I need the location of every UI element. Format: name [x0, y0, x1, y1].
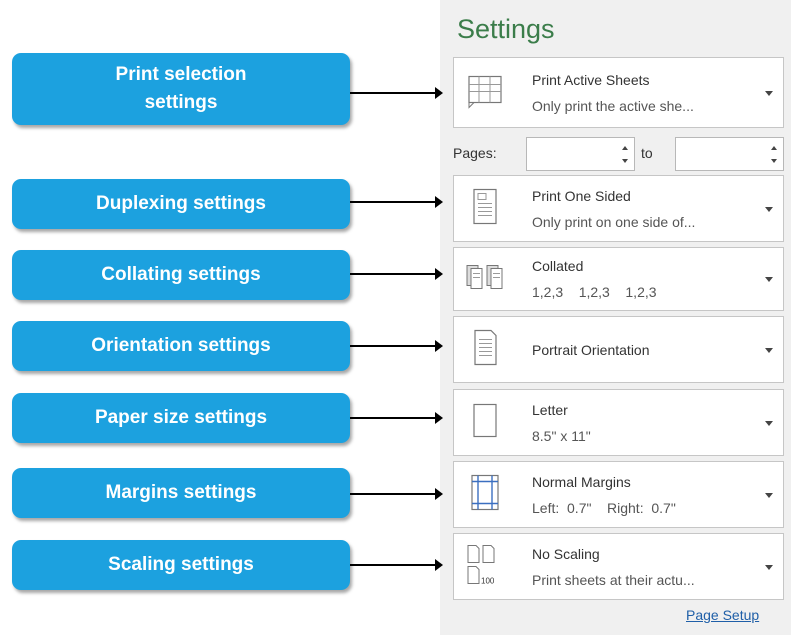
callout-label: Scaling settings: [108, 554, 254, 575]
callout-print-selection: Print selection settings: [12, 53, 350, 125]
arrow-connector: [350, 268, 443, 280]
margins-page-icon: [465, 472, 505, 517]
callout-label: Duplexing settings: [96, 193, 266, 214]
margins-subtitle: Left: 0.7" Right: 0.7": [532, 499, 676, 516]
chevron-down-icon: [765, 564, 773, 570]
orientation-dropdown[interactable]: Portrait Orientation: [453, 316, 784, 383]
chevron-down-icon: [765, 277, 773, 282]
pages-row: Pages: to: [453, 135, 784, 173]
paper-size-subtitle: 8.5" x 11": [532, 427, 591, 444]
scaling-title: No Scaling: [532, 545, 600, 562]
callout-orientation: Orientation settings: [12, 321, 350, 371]
paper-size-title: Letter: [532, 401, 568, 418]
margins-title: Normal Margins: [532, 473, 631, 490]
callout-duplexing: Duplexing settings: [12, 179, 350, 229]
margins-dropdown[interactable]: Normal Margins Left: 0.7" Right: 0.7": [453, 461, 784, 528]
spin-down-icon[interactable]: [622, 159, 628, 163]
pages-to-label: to: [641, 145, 653, 161]
collated-pages-icon: [465, 260, 509, 299]
arrow-connector: [350, 412, 443, 424]
callout-margins: Margins settings: [12, 468, 350, 518]
settings-title: Settings: [457, 14, 555, 44]
orientation-title: Portrait Orientation: [532, 341, 650, 358]
print-what-subtitle: Only print the active she...: [532, 97, 694, 114]
callout-label: Orientation settings: [91, 335, 271, 356]
arrow-connector: [350, 87, 443, 99]
arrow-connector: [350, 488, 443, 500]
arrow-connector: [350, 196, 443, 208]
sheets-grid-icon: [465, 71, 505, 114]
callout-label: Collating settings: [101, 264, 261, 285]
scaling-subtitle: Print sheets at their actu...: [532, 571, 695, 588]
duplex-subtitle: Only print on one side of...: [532, 213, 696, 230]
svg-text:100: 100: [481, 576, 495, 585]
spin-up-icon[interactable]: [771, 146, 777, 150]
print-what-dropdown[interactable]: Print Active Sheets Only print the activ…: [453, 57, 784, 128]
chevron-down-icon: [765, 492, 773, 498]
callout-collating: Collating settings: [12, 250, 350, 300]
callout-label: Print selection settings: [115, 64, 247, 113]
chevron-down-icon: [765, 347, 773, 353]
collate-subtitle: 1,2,3 1,2,3 1,2,3: [532, 284, 657, 300]
callout-paper-size: Paper size settings: [12, 393, 350, 443]
chevron-down-icon: [765, 206, 773, 212]
collate-dropdown[interactable]: Collated 1,2,3 1,2,3 1,2,3: [453, 247, 784, 311]
callout-scaling: Scaling settings: [12, 540, 350, 590]
arrow-connector: [350, 559, 443, 571]
page-setup-link[interactable]: Page Setup: [686, 607, 759, 623]
one-sided-page-icon: [465, 186, 505, 231]
callout-label: Margins settings: [105, 482, 257, 503]
chevron-down-icon: [765, 420, 773, 426]
chevron-down-icon: [765, 90, 773, 96]
pages-label: Pages:: [453, 145, 497, 161]
print-what-title: Print Active Sheets: [532, 71, 650, 88]
duplex-title: Print One Sided: [532, 187, 631, 204]
blank-page-icon: [465, 400, 505, 445]
spin-up-icon[interactable]: [622, 146, 628, 150]
callout-label: Paper size settings: [94, 407, 268, 428]
pages-from-input[interactable]: [526, 137, 635, 171]
duplex-dropdown[interactable]: Print One Sided Only print on one side o…: [453, 175, 784, 242]
paper-size-dropdown[interactable]: Letter 8.5" x 11": [453, 389, 784, 456]
collate-title: Collated: [532, 258, 584, 274]
scaling-dropdown[interactable]: 100 No Scaling Print sheets at their act…: [453, 533, 784, 600]
portrait-page-icon: [465, 327, 505, 372]
pages-to-input[interactable]: [675, 137, 784, 171]
scaling-pages-icon: 100: [465, 542, 509, 591]
spin-down-icon[interactable]: [771, 159, 777, 163]
arrow-connector: [350, 340, 443, 352]
